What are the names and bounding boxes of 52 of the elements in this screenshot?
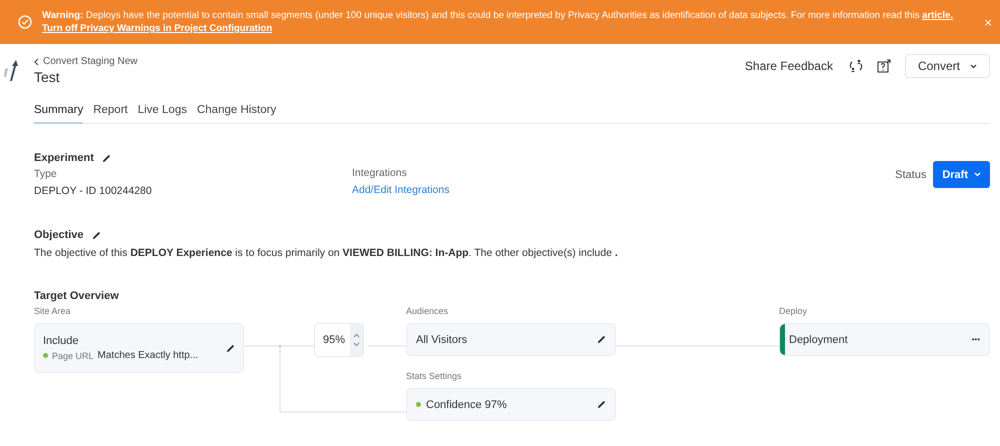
breadcrumb-link[interactable]: Convert Staging New xyxy=(34,56,138,67)
pencil-icon[interactable] xyxy=(597,400,606,409)
card-title: Deployment xyxy=(789,334,849,346)
tab[interactable]: Change History xyxy=(196,101,276,124)
share-feedback-link[interactable]: Share Feedback xyxy=(744,59,833,73)
field-label: Integrations xyxy=(352,167,408,179)
card-title: Confidence 97% xyxy=(416,398,597,410)
percentage-stepper[interactable]: 95% xyxy=(314,323,364,357)
warning-text: Warning: Deploys have the potential to contain small segments (under 100 unique visitors) and this could be interpreted by Privacy Authorities as identification of data subjects. For more information read this article. Turn off Privacy Warnings in Project Configuration xyxy=(42,9,954,35)
rule-key: Page URL xyxy=(52,350,94,360)
logo-icon xyxy=(4,60,20,82)
chevron-left-icon xyxy=(34,58,39,66)
section-heading: Target Overview xyxy=(34,290,120,302)
status-dropdown[interactable]: Draft xyxy=(933,161,990,188)
field-label: Status xyxy=(895,168,926,180)
chevron-up-icon[interactable] xyxy=(353,333,360,338)
node-label: Stats Settings xyxy=(406,371,463,382)
tab[interactable]: Summary xyxy=(34,101,84,124)
chevron-down-icon xyxy=(970,64,977,68)
site-area-card[interactable]: Include Page URL Matches Exactly http... xyxy=(34,323,244,373)
status-dot xyxy=(43,353,48,358)
stats-card[interactable]: Confidence 97% xyxy=(406,388,616,421)
section-heading: Objective xyxy=(34,229,84,241)
people-sync-icon[interactable] xyxy=(848,59,863,73)
pencil-icon[interactable] xyxy=(92,230,101,240)
integrations-link[interactable]: Add/Edit Integrations xyxy=(352,184,450,196)
objective-text: The objective of this DEPLOY Experience is to focus primarily on VIEWED BILLING: In-App. The other objective(s) include . xyxy=(34,247,619,259)
page-title: Test xyxy=(34,69,61,85)
tab[interactable]: Live Logs xyxy=(138,101,187,124)
rule-value: Matches Exactly http... xyxy=(98,350,198,361)
node-label: Site Area xyxy=(34,306,72,317)
more-menu-button[interactable]: ••• xyxy=(972,335,980,344)
check-circle-icon xyxy=(18,15,32,29)
card-title: Include xyxy=(43,335,80,347)
field-label: Type xyxy=(34,168,58,180)
audience-card[interactable]: All Visitors xyxy=(406,323,616,356)
pencil-icon[interactable] xyxy=(102,154,111,162)
deploy-card[interactable]: Deployment ••• xyxy=(779,323,990,356)
node-label: Deploy xyxy=(779,306,808,317)
chevron-down-icon[interactable] xyxy=(353,342,360,347)
pencil-icon[interactable] xyxy=(597,335,606,344)
account-dropdown[interactable]: Convert xyxy=(904,54,990,78)
tab[interactable]: Report xyxy=(93,101,128,124)
pencil-icon[interactable] xyxy=(226,344,235,352)
chevron-down-icon xyxy=(974,172,981,177)
stepper-arrows[interactable] xyxy=(350,324,364,356)
field-value: DEPLOY - ID 100244280 xyxy=(34,185,153,197)
status-dot xyxy=(416,402,421,407)
node-label: Audiences xyxy=(406,306,450,317)
card-title: All Visitors xyxy=(416,334,468,346)
section-heading: Experiment xyxy=(34,152,94,164)
help-icon[interactable] xyxy=(876,59,891,73)
